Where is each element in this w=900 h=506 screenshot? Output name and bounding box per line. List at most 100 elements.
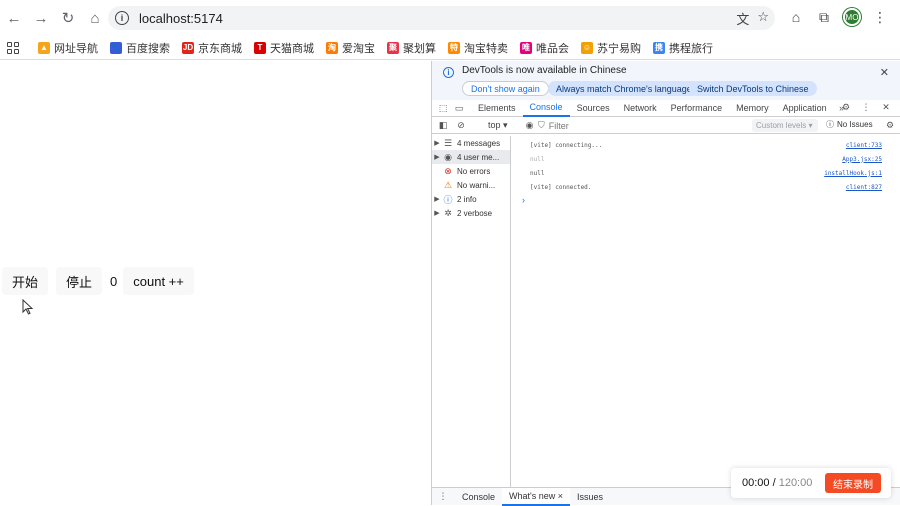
sidebar-item[interactable]: ▶ ⓘ 2 info (432, 192, 510, 206)
console-output: [vite] connecting... client:733 null App3.j… (512, 136, 900, 487)
bookmark-label: 淘宝特卖 (464, 42, 508, 55)
forward-icon[interactable]: → (30, 7, 52, 29)
kebab-menu-icon[interactable]: ⋮ (858, 102, 874, 113)
bookmark-item[interactable]: ▲ 网址导航 (38, 40, 98, 56)
log-source-link[interactable]: client:733 (846, 142, 882, 149)
reload-icon[interactable]: ↻ (57, 7, 79, 29)
sidebar-type-icon: ◉ (444, 151, 452, 162)
translate-icon[interactable]: 文 (736, 9, 749, 28)
bookmark-item[interactable]: 聚聚划算 (387, 40, 436, 56)
filter-placeholder: Filter (548, 120, 569, 131)
dont-show-button[interactable]: Don't show again (462, 81, 549, 96)
log-message: [vite] connected. (530, 183, 592, 191)
log-source-link[interactable]: installHook.js:1 (824, 170, 882, 177)
sidebar-type-icon: ✲ (444, 207, 452, 218)
log-source-link[interactable]: App3.jsx:25 (842, 156, 882, 163)
bookmark-star-icon[interactable]: ☆ (757, 9, 769, 28)
console-settings-icon[interactable]: ⚙ (882, 120, 898, 131)
increment-button[interactable]: count ++ (123, 267, 194, 295)
log-source-link[interactable]: client:827 (846, 184, 882, 191)
tab-sources[interactable]: Sources (570, 100, 617, 117)
tab-performance[interactable]: Performance (664, 100, 730, 117)
sidebar-item[interactable]: ▶ ✲ 2 verbose (432, 206, 510, 220)
context-selector[interactable]: top ▾ (488, 120, 508, 131)
stop-recording-button[interactable]: 结束录制 (825, 473, 881, 493)
home-shortcut-icon[interactable]: ⌂ (786, 7, 806, 27)
sidebar-item[interactable]: ▶ ◉ 4 user me... (432, 150, 510, 164)
site-info-icon[interactable]: i (115, 11, 129, 25)
devtools-tabbar: ⬚ ▭ Elements Console Sources Network Perform… (432, 100, 900, 117)
bookmark-label: 携程旅行 (669, 42, 713, 55)
drawer-tab[interactable]: Issues (570, 488, 610, 506)
bookmark-item[interactable]: 特淘宝特卖 (448, 40, 508, 56)
address-bar[interactable]: i localhost:5174 文 ☆ (108, 6, 775, 30)
tab-memory[interactable]: Memory (729, 100, 776, 117)
close-icon[interactable]: ✕ (880, 66, 889, 79)
bookmark-favicon-icon: ▲ (38, 41, 50, 54)
issues-label: No Issues (837, 120, 873, 129)
filter-input[interactable]: ⛉ Filter (538, 119, 748, 132)
info-icon: i (443, 67, 454, 78)
sidebar-item[interactable]: ⚠ No warni... (432, 178, 510, 192)
page-content: 开始 停止 0 count ++ (0, 61, 431, 505)
mouse-cursor-icon (22, 299, 34, 315)
sidebar-toggle-icon[interactable]: ◧ (435, 120, 451, 131)
bookmark-item[interactable]: JD 京东商城 (182, 40, 242, 56)
sidebar-item-label: 2 info (457, 194, 477, 204)
close-devtools-icon[interactable]: ✕ (878, 102, 894, 113)
bookmark-item[interactable]: T 天猫商城 (254, 40, 314, 56)
bookmark-item[interactable]: 🐾 百度搜索 (110, 40, 170, 56)
total-time: 120:00 (778, 477, 813, 489)
inspect-icon[interactable]: ⬚ (435, 103, 451, 114)
sidebar-item[interactable]: ⊗ No errors (432, 164, 510, 178)
log-message: [vite] connecting... (530, 141, 603, 149)
sidebar-type-icon: ☰ (443, 137, 453, 148)
filter-icon: ⛉ (538, 120, 545, 130)
expand-arrow-icon: ▶ (434, 196, 440, 203)
apps-grid-icon[interactable] (7, 41, 19, 54)
device-toggle-icon[interactable]: ▭ (451, 103, 467, 114)
log-levels-dropdown[interactable]: Custom levels ▾ (752, 119, 818, 132)
avatar[interactable]: MO (843, 8, 861, 26)
bookmark-item[interactable]: 携携程旅行 (653, 40, 713, 56)
console-prompt-icon[interactable]: › (522, 195, 525, 205)
sidebar-item-label: 4 messages (457, 138, 501, 148)
start-button[interactable]: 开始 (2, 267, 49, 295)
console-sidebar: ▶ ☰ 4 messages ▶ ◉ 4 user me... ⊗ No errors ⚠ No … (432, 136, 511, 487)
bookmark-item[interactable]: 淘爱淘宝 (326, 40, 375, 56)
menu-icon[interactable]: ⋮ (870, 7, 890, 27)
drawer-tab[interactable]: What's new × (502, 487, 571, 506)
sidebar-type-icon: ⓘ (443, 194, 453, 205)
drawer-tab[interactable]: Console (455, 488, 502, 506)
clear-console-icon[interactable]: ⊘ (453, 120, 469, 131)
url-text[interactable]: localhost:5174 (139, 11, 223, 26)
live-expression-eye-icon[interactable]: ◉ (522, 120, 538, 131)
log-message: null (530, 169, 545, 177)
tab-console[interactable]: Console (522, 100, 570, 117)
extensions-icon[interactable]: ⧉ (814, 7, 834, 27)
bookmark-item[interactable]: 唯唯品会 (520, 40, 569, 56)
banner-text: DevTools is now available in Chinese (462, 65, 627, 76)
bookmark-item[interactable]: ☺ 苏宁易购 (581, 40, 641, 56)
tab-elements[interactable]: Elements (471, 100, 523, 117)
bookmark-label: 爱淘宝 (342, 42, 375, 55)
bookmark-label: 百度搜索 (126, 42, 170, 55)
bookmark-favicon-icon: 携 (653, 41, 665, 54)
settings-gear-icon[interactable]: ⚙ (838, 102, 854, 113)
elapsed-time: 00:00 (742, 477, 770, 489)
stop-button[interactable]: 停止 (56, 267, 103, 295)
bookmark-favicon-icon: 特 (448, 41, 460, 54)
home-icon[interactable]: ⌂ (84, 7, 106, 29)
drawer-menu-icon[interactable]: ⋮ (435, 491, 451, 502)
back-icon[interactable]: ← (3, 7, 25, 29)
expand-arrow-icon: ▶ (434, 210, 440, 217)
console-log-row: [vite] connected. client:827 (512, 180, 900, 194)
tab-network[interactable]: Network (617, 100, 664, 117)
switch-language-button[interactable]: Switch DevTools to Chinese (689, 81, 817, 96)
tab-application[interactable]: Application (776, 100, 834, 117)
match-language-button[interactable]: Always match Chrome's language (548, 81, 700, 96)
issues-counter[interactable]: ⓘ No Issues (826, 119, 873, 130)
console-toolbar: ◧ ⊘ top ▾ ◉ ⛉ Filter Custom levels ▾ ⓘ N… (432, 117, 900, 134)
sidebar-item[interactable]: ▶ ☰ 4 messages (432, 136, 510, 150)
bookmark-favicon-icon: 淘 (326, 41, 338, 54)
